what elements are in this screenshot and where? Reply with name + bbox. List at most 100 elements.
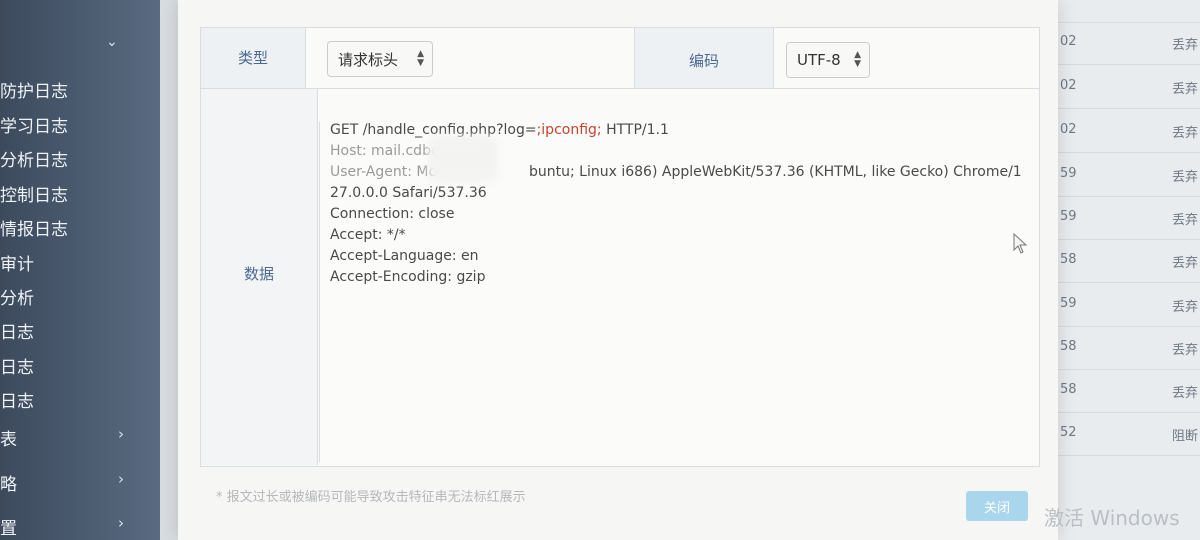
data-content: GET /handle_config.php?log=;ipconfig; HT…: [319, 122, 1032, 462]
sidebar-item-audit[interactable]: 审计: [0, 250, 34, 275]
sidebar-item-learning-log[interactable]: 学习日志: [0, 112, 68, 137]
data-line-host: Host: mail.cdbc: [330, 143, 439, 159]
sidebar-item-settings[interactable]: 置 ›: [0, 514, 124, 539]
mouse-cursor-icon: [1013, 233, 1028, 254]
packet-detail-dialog: 类型 请求标头 ▲ ▼ 编码 UTF-8 ▲ ▼ 数据 GET /handle_co…: [178, 0, 1058, 540]
type-select-value: 请求标头: [338, 50, 399, 69]
row-divider: [201, 88, 1039, 89]
chevron-down-icon[interactable]: ⌄: [106, 34, 118, 50]
row-action: 丢弃: [1172, 170, 1199, 185]
table-row[interactable]: 02 丢弃: [1040, 110, 1200, 153]
sidebar-item-log-a[interactable]: 日志: [0, 318, 34, 343]
select-arrows-icon: ▲ ▼: [854, 50, 861, 69]
attack-highlight: ;ipconfig;: [536, 122, 602, 138]
sidebar-item-label: 控制日志: [0, 186, 68, 206]
row-number: 52: [1060, 425, 1077, 440]
row-number: 59: [1060, 166, 1077, 181]
row-action: 丢弃: [1172, 300, 1199, 315]
accept-encoding-text: Accept-Encoding: gzip: [330, 269, 486, 285]
truncation-note: * 报文过长或被编码可能导致攻击特征串无法标红展示: [216, 490, 526, 505]
background-log-list: 02 丢弃 02 丢弃 02 丢弃 59 丢弃 59 丢弃 58 丢弃 59 丢弃 58 丢弃 …: [1040, 0, 1200, 540]
sidebar-item-analysis-log[interactable]: 分析日志: [0, 146, 68, 171]
encoding-select[interactable]: UTF-8 ▲ ▼: [786, 42, 870, 78]
row-action: 丢弃: [1172, 38, 1199, 53]
table-row[interactable]: 59 丢弃: [1040, 284, 1200, 327]
user-agent-rest: buntu; Linux i686) AppleWebKit/537.36 (K…: [529, 164, 1022, 180]
row-action: 丢弃: [1172, 256, 1199, 271]
table-row[interactable]: 02 丢弃: [1040, 66, 1200, 109]
row-action: 丢弃: [1172, 386, 1199, 401]
accept-text: Accept: */*: [330, 227, 406, 243]
type-select[interactable]: 请求标头 ▲ ▼: [327, 41, 433, 77]
sidebar-item-label: 分析: [0, 289, 34, 309]
request-line-text: GET /handle_config.php?log=: [330, 122, 537, 138]
host-line-text: Host: mail.cdbc: [330, 143, 439, 159]
row-number: 58: [1060, 252, 1077, 267]
sidebar: ⌄ 防护日志 学习日志 分析日志 控制日志 情报日志 审计 分析 日志 日志 日…: [0, 0, 160, 540]
sidebar-item-control-log[interactable]: 控制日志: [0, 181, 68, 206]
chevron-right-icon: ›: [118, 514, 124, 532]
sidebar-item-label: 学习日志: [0, 117, 68, 137]
row-action: 丢弃: [1172, 213, 1199, 228]
select-arrows-icon: ▲ ▼: [417, 49, 424, 68]
sidebar-item-label: 日志: [0, 323, 34, 343]
type-label-text: 类型: [237, 49, 268, 67]
encoding-label: 编码: [635, 28, 774, 88]
row-number: 02: [1060, 78, 1077, 93]
sidebar-item-protection-log[interactable]: 防护日志: [0, 77, 68, 102]
row-number: 58: [1060, 339, 1077, 354]
table-row[interactable]: 59 丢弃: [1040, 154, 1200, 197]
chevron-right-icon: ›: [118, 425, 124, 443]
sidebar-item-report[interactable]: 表 ›: [0, 425, 124, 450]
sidebar-item-label: 分析日志: [0, 151, 68, 171]
connection-text: Connection: close: [330, 206, 455, 222]
table-row[interactable]: 52 阻断: [1040, 413, 1200, 456]
user-agent-text: User-Agent: Mo: [330, 164, 438, 180]
user-agent-cont-text: 27.0.0.0 Safari/537.36: [330, 185, 487, 201]
table-row[interactable]: 58 丢弃: [1040, 240, 1200, 283]
type-label: 类型: [201, 28, 306, 88]
table-row[interactable]: [1040, 0, 1200, 23]
row-action: 丢弃: [1172, 343, 1199, 358]
row-number: 02: [1060, 122, 1077, 137]
request-line-rest: HTTP/1.1: [601, 122, 669, 138]
sidebar-item-label: 日志: [0, 358, 34, 378]
detail-table: 类型 请求标头 ▲ ▼ 编码 UTF-8 ▲ ▼ 数据 GET /handle_co…: [200, 27, 1040, 467]
chevron-right-icon: ›: [118, 470, 124, 488]
data-line-request: GET /handle_config.php?log=;ipconfig; HT…: [330, 122, 669, 138]
data-line-accept-encoding: Accept-Encoding: gzip: [330, 269, 485, 285]
sidebar-item-label: 情报日志: [0, 220, 68, 240]
table-row[interactable]: 59 丢弃: [1040, 197, 1200, 240]
sidebar-item-label: 表: [0, 430, 17, 450]
row-action: 丢弃: [1172, 82, 1199, 97]
row-number: 02: [1060, 34, 1077, 49]
data-line-accept-language: Accept-Language: en: [330, 248, 479, 264]
encoding-select-value: UTF-8: [797, 51, 841, 69]
table-row[interactable]: 58 丢弃: [1040, 327, 1200, 370]
sidebar-item-intel-log[interactable]: 情报日志: [0, 215, 68, 240]
data-label-text: 数据: [243, 265, 274, 283]
row-action: 丢弃: [1172, 126, 1199, 141]
sidebar-item-label: 略: [0, 475, 17, 495]
sidebar-item-label: 审计: [0, 255, 34, 275]
sidebar-item-label: 日志: [0, 392, 34, 412]
encoding-label-text: 编码: [688, 52, 719, 70]
close-button[interactable]: 关闭: [966, 491, 1028, 521]
sidebar-item-strategy[interactable]: 略 ›: [0, 470, 124, 495]
data-line-accept: Accept: */*: [330, 227, 406, 243]
row-number: 59: [1060, 296, 1077, 311]
data-line-user-agent-cont: 27.0.0.0 Safari/537.36: [330, 185, 487, 201]
sidebar-item-analysis[interactable]: 分析: [0, 284, 34, 309]
row-number: 59: [1060, 209, 1077, 224]
redaction-blur: [428, 136, 498, 182]
sidebar-item-log-c[interactable]: 日志: [0, 387, 34, 412]
sidebar-item-label: 防护日志: [0, 82, 68, 102]
sidebar-item-log-b[interactable]: 日志: [0, 353, 34, 378]
accept-language-text: Accept-Language: en: [330, 248, 479, 264]
table-row[interactable]: 02 丢弃: [1040, 22, 1200, 65]
row-number: 58: [1060, 382, 1077, 397]
sidebar-item-label: 置: [0, 519, 17, 539]
windows-activation-watermark: 激活 Windows: [1044, 506, 1180, 530]
data-label: 数据: [201, 89, 318, 465]
table-row[interactable]: 58 丢弃: [1040, 370, 1200, 413]
